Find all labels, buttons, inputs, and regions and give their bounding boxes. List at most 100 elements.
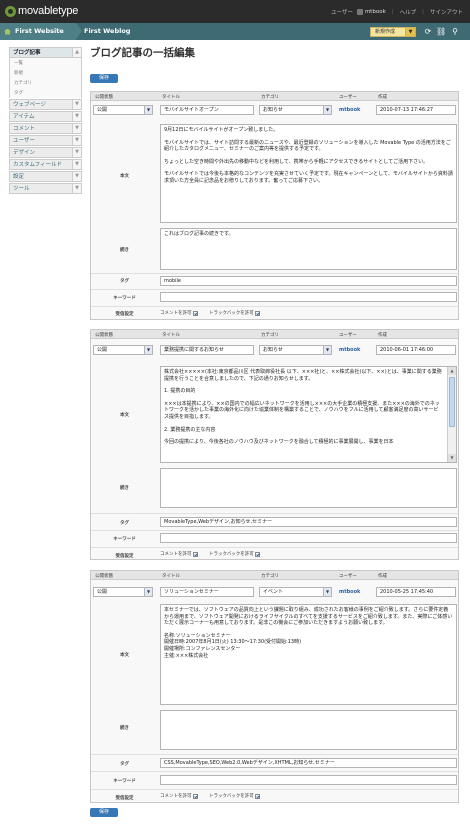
chevron-down-icon: ▼ [144,346,152,354]
sidebar-item-comments[interactable]: コメント ▼ [9,123,82,134]
keywords-input[interactable] [160,533,457,543]
keywords-input[interactable] [160,292,457,302]
entry-editor: 公開状態 タイトル カテゴリ ユーザー 作成 公開 ▼ モバイルサイトオープン お… [90,91,459,320]
entry-editor: 公開状態 タイトル カテゴリ ユーザー 作成 公開 ▼ 業務提携に関するお知らせ … [90,329,459,560]
checkbox-icon [254,310,260,316]
checkbox-icon [254,551,260,557]
user-icon [356,9,363,15]
create-new-dropdown[interactable]: 新規作成 ▼ [370,27,416,37]
chevron-down-icon: ▼ [72,160,81,169]
chevron-down-icon: ▼ [144,106,152,114]
chevron-down-icon: ▼ [72,112,81,121]
home-icon [4,28,11,35]
title-input[interactable]: 業務提携に関するお知らせ [160,345,254,355]
signout-link[interactable]: サインアウト [430,8,463,16]
sidebar-item-settings[interactable]: 設定 ▼ [9,171,82,182]
breadcrumb-site[interactable]: First Website [0,23,82,40]
category-select[interactable]: お知らせ ▼ [259,105,332,115]
link-icon[interactable]: ⛓ [436,27,446,37]
tags-input[interactable]: mobile [160,276,457,286]
tags-label: タグ [120,762,129,767]
entry-header-row: 公開状態 タイトル カテゴリ ユーザー 作成 [91,92,458,101]
title-input[interactable]: ソリューションセミナー [160,587,254,597]
checkbox-icon [192,310,198,316]
entry-editor: 公開状態 タイトル カテゴリ ユーザー 作成 公開 ▼ ソリューションセミナー イ… [90,570,459,803]
checkbox-icon [254,793,260,799]
sidebar-item-custom-fields[interactable]: カスタムフィールド ▼ [9,159,82,170]
sidebar-item-pages[interactable]: ウェブページ ▼ [9,99,82,110]
keywords-label: キーワード [113,296,136,301]
allow-trackbacks-checkbox[interactable]: トラックバックを許可 [209,793,264,799]
checkbox-icon [192,551,198,557]
scroll-thumb[interactable] [449,377,455,427]
sidebar-menu: ブログ記事 ▲ 一覧 新規 カテゴリ タグ ウェブページ ▼ アイテム ▼ コメント ▼… [9,47,82,194]
chevron-down-icon: ▼ [72,124,81,133]
body-textarea[interactable]: 本セミナーでは、ソフトウェアの品質向上という課題に取り組み、成功されたお客様の事… [160,604,457,705]
allow-comments-checkbox[interactable]: コメントを許可 [160,793,202,799]
author-link[interactable]: mtbook [339,589,360,595]
sidebar-subitem-list[interactable]: 一覧 [9,58,82,68]
tags-input[interactable]: CSS,MovableType,SEO,Web2.0,Webデザイン,XHTML… [160,758,457,768]
scroll-up-icon[interactable]: ▲ [448,367,456,375]
receive-label: 受信設定 [115,796,134,801]
save-button[interactable]: 保存 [90,74,118,83]
sidebar-item-design[interactable]: デザイン ▼ [9,147,82,158]
keywords-label: キーワード [113,537,136,542]
body-label: 本文 [120,174,129,179]
status-select[interactable]: 公開 ▼ [93,345,153,355]
body-textarea[interactable]: 9月12日にモバイルサイトがオープン致しました。 モバイルサイトでは、サイト訪問… [160,124,457,223]
checkbox-icon [192,793,198,799]
category-select[interactable]: イベント ▼ [259,587,332,597]
receive-label: 受信設定 [115,554,134,559]
chevron-down-icon: ▼ [72,184,81,193]
allow-trackbacks-checkbox[interactable]: トラックバックを許可 [209,551,264,557]
more-textarea[interactable] [160,710,457,750]
sidebar-item-entries[interactable]: ブログ記事 ▲ [9,47,82,58]
created-date-input[interactable]: 2010-07-13 17:46:27 [376,105,456,115]
sidebar-item-tools[interactable]: ツール ▼ [9,183,82,194]
breadcrumb-blog[interactable]: First Weblog [84,23,130,40]
chevron-down-icon: ▼ [323,346,331,354]
more-label: 続き [120,248,129,253]
global-header: movabletype ユーザー mtbook | ヘルプ | サインアウト [0,0,470,23]
tags-label: タグ [120,521,129,526]
allow-trackbacks-checkbox[interactable]: トラックバックを許可 [209,310,264,316]
sidebar-subitem-tags[interactable]: タグ [9,88,82,98]
title-input[interactable]: モバイルサイトオープン [160,105,254,115]
save-button-bottom[interactable]: 保存 [90,808,118,817]
scroll-down-icon[interactable]: ▼ [448,454,456,462]
tags-input[interactable]: MovableType,Webデザイン,お知らせ,セミナー [160,517,457,527]
chevron-down-icon: ▼ [72,148,81,157]
author-link[interactable]: mtbook [339,347,360,353]
receive-label: 受信設定 [115,312,134,317]
keywords-input[interactable] [160,775,457,785]
chevron-down-icon: ▼ [72,100,81,109]
body-textarea[interactable]: 株式会社×××××(本社:東京都品川区 代表取締役社長 以下、×××社)と、××… [160,366,457,463]
more-textarea[interactable] [160,468,457,508]
body-scrollbar[interactable]: ▲ ▼ [447,367,456,462]
sidebar-subitem-new[interactable]: 新規 [9,68,82,78]
chevron-down-icon: ▼ [144,588,152,596]
author-link[interactable]: mtbook [339,107,360,113]
status-select[interactable]: 公開 ▼ [93,587,153,597]
created-date-input[interactable]: 2010-05-25 17:45:40 [376,587,456,597]
body-label: 本文 [120,653,129,658]
user-name-link[interactable]: mtbook [365,9,386,15]
created-date-input[interactable]: 2010-06-01 17:46:00 [376,345,456,355]
sidebar-item-users[interactable]: ユーザー ▼ [9,135,82,146]
chevron-down-icon: ▼ [72,136,81,145]
refresh-icon[interactable]: ⟳ [423,27,433,37]
sidebar-subitem-categories[interactable]: カテゴリ [9,78,82,88]
allow-comments-checkbox[interactable]: コメントを許可 [160,310,202,316]
category-select[interactable]: お知らせ ▼ [259,345,332,355]
logo-mark-icon [5,5,16,17]
allow-comments-checkbox[interactable]: コメントを許可 [160,551,202,557]
tags-label: タグ [120,279,129,284]
more-textarea[interactable]: これはブログ記事の続きです。 [160,228,457,270]
sidebar-item-assets[interactable]: アイテム ▼ [9,111,82,122]
search-icon[interactable]: ⚲ [450,27,460,37]
movabletype-logo[interactable]: movabletype [5,5,78,17]
status-select[interactable]: 公開 ▼ [93,105,153,115]
help-link[interactable]: ヘルプ [400,8,417,16]
chevron-down-icon: ▼ [323,588,331,596]
